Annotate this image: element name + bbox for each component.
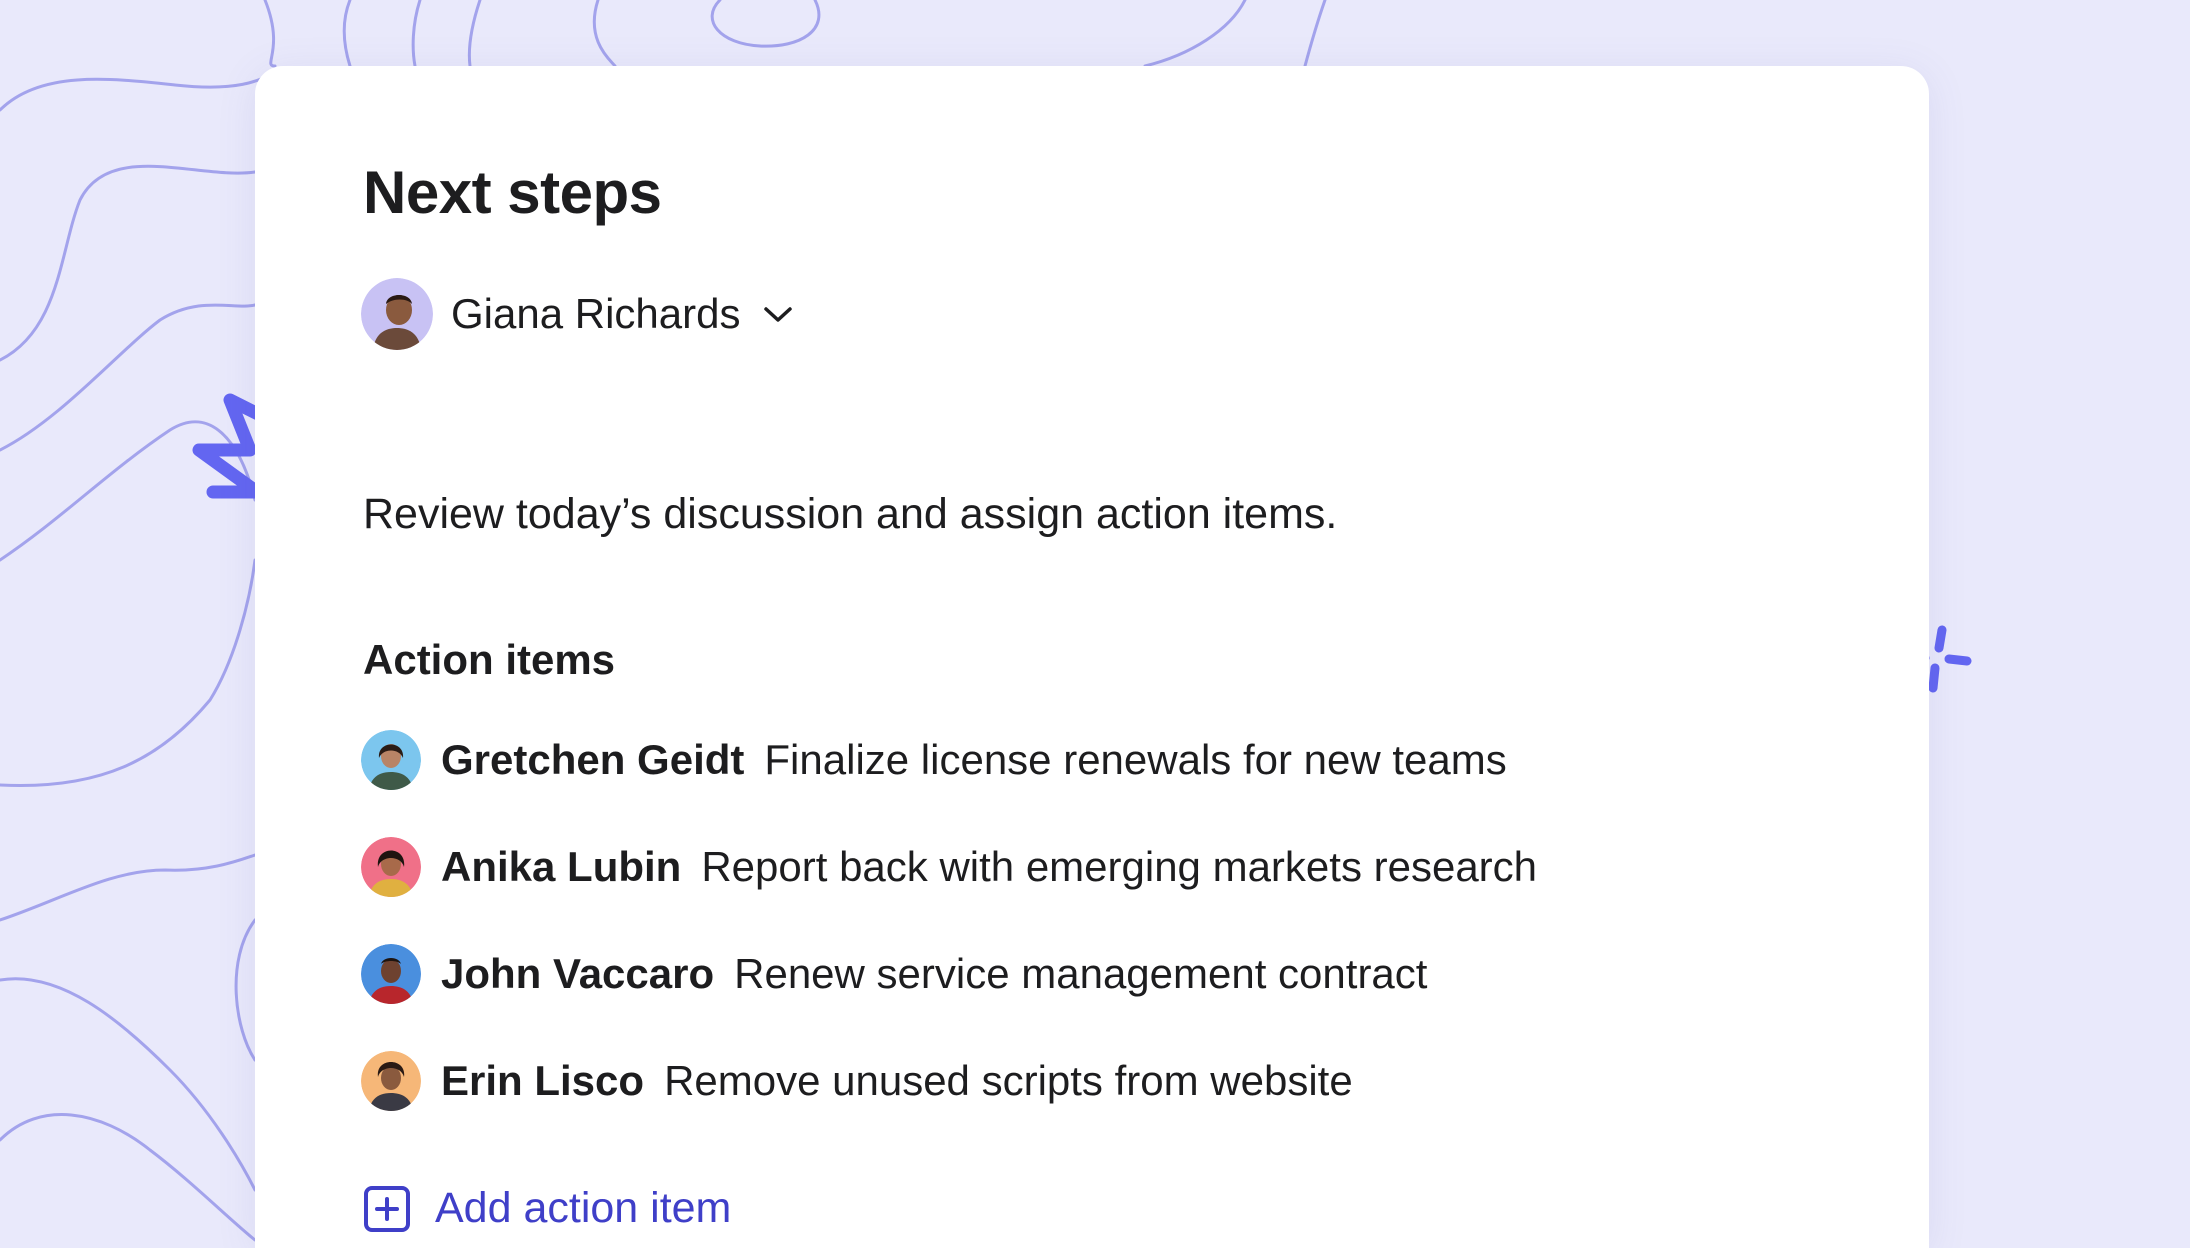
owner-selector[interactable]: Giana Richards <box>361 278 794 350</box>
list-item[interactable]: Gretchen Geidt Finalize license renewals… <box>361 706 1537 813</box>
add-action-item-label: Add action item <box>435 1184 732 1232</box>
description-text: Review today’s discussion and assign act… <box>363 490 1338 538</box>
task-text: Renew service management contract <box>734 949 1428 997</box>
plus-square-icon <box>364 1185 410 1232</box>
card-title: Next steps <box>363 159 662 226</box>
add-action-item-button[interactable]: Add action item <box>363 1184 731 1233</box>
assignee-name: Gretchen Geidt <box>441 735 745 783</box>
task-text: Finalize license renewals for new teams <box>764 735 1507 783</box>
avatar <box>361 278 433 350</box>
list-item[interactable]: Anika Lubin Report back with emerging ma… <box>361 813 1537 920</box>
action-items-list: Gretchen Geidt Finalize license renewals… <box>361 706 1537 1134</box>
list-item[interactable]: John Vaccaro Renew service management co… <box>361 920 1537 1027</box>
avatar <box>361 1050 421 1111</box>
avatar <box>361 836 421 897</box>
next-steps-card: Next steps Giana Richards Review today’s… <box>255 66 1929 1248</box>
task-text: Report back with emerging markets resear… <box>701 842 1538 890</box>
action-items-heading: Action items <box>363 636 616 683</box>
owner-name: Giana Richards <box>451 290 741 337</box>
avatar <box>361 943 421 1004</box>
list-item[interactable]: Erin Lisco Remove unused scripts from we… <box>361 1027 1537 1134</box>
avatar <box>361 729 421 790</box>
chevron-down-icon[interactable] <box>762 304 794 324</box>
assignee-name: Anika Lubin <box>441 842 682 890</box>
task-text: Remove unused scripts from website <box>664 1056 1353 1104</box>
assignee-name: Erin Lisco <box>441 1056 645 1104</box>
assignee-name: John Vaccaro <box>441 949 715 997</box>
